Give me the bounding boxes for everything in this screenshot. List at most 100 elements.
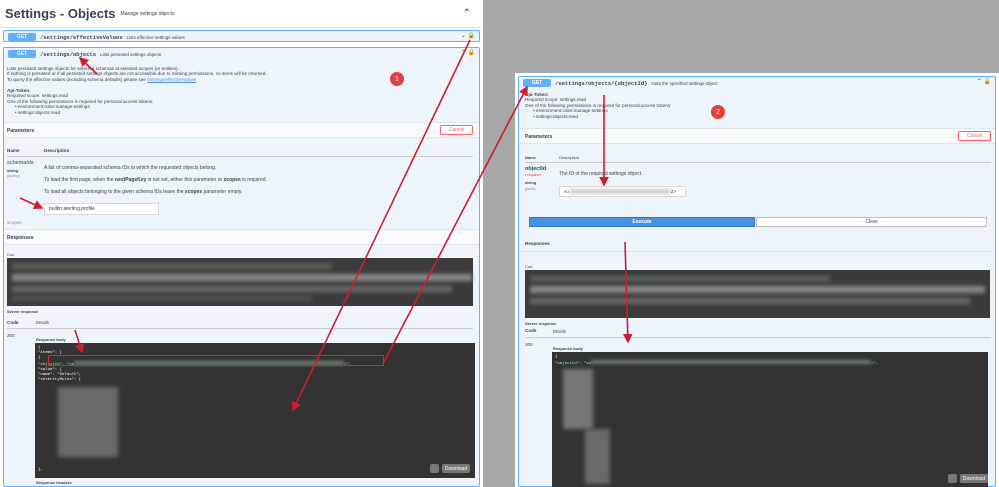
table-divider	[525, 162, 991, 163]
effective-values-link[interactable]: /settings/effectiveValues	[147, 77, 196, 82]
curl-line-1	[530, 276, 830, 281]
redacted-bar	[591, 360, 872, 364]
param-d2d: scopes	[223, 177, 241, 183]
copy-icon[interactable]	[430, 464, 439, 473]
param-name: objectId	[525, 166, 547, 172]
chevron-up-icon[interactable]: ⌃	[463, 8, 471, 19]
param-d2c: is not set, either this parameter or	[147, 177, 223, 183]
step-marker-1: 1	[390, 72, 404, 86]
download-button[interactable]: Download	[442, 464, 470, 473]
details-header: Details	[36, 320, 49, 325]
chevron-up-lock-icon[interactable]: ⌃ 🔒	[977, 78, 991, 85]
token-info: Api-Token: Required scope: settings.read…	[7, 88, 307, 115]
curl-line-4	[12, 296, 312, 301]
blurred-json	[38, 383, 472, 468]
op-bar[interactable]: GET /settings/objects/{objectId} Gets th…	[519, 77, 995, 89]
op-summary: Lists persisted settings objects	[100, 51, 162, 57]
param-d3b: scopes	[184, 189, 203, 195]
blurred-block	[58, 387, 118, 457]
param-type: string	[525, 180, 537, 185]
chevron-down-lock-icon[interactable]: ⌄ 🔒	[461, 32, 475, 39]
objectid-value-end: Z>	[670, 189, 677, 194]
parameters-label: Parameters	[7, 128, 35, 134]
perm-1-text: environment:roles:manage-settings	[535, 108, 608, 114]
responses-label: Responses	[7, 235, 34, 241]
objectid-value-start: vu	[564, 189, 569, 194]
blurred-block	[563, 369, 593, 429]
method-badge: GET	[8, 33, 36, 41]
op-effective-values[interactable]: GET /settings/effectiveValues Lists effe…	[3, 30, 480, 42]
responses-divider	[519, 251, 995, 252]
param-d2b: nextPageKey	[114, 177, 147, 183]
right-panel: GET /settings/objects/{objectId} Gets th…	[515, 73, 999, 487]
parameters-bar: Parameters	[519, 128, 995, 144]
status-code: 200	[525, 342, 533, 347]
param-name: schemaIds	[7, 160, 34, 166]
parameters-label: Parameters	[525, 134, 553, 140]
op-path: /settings/effectiveValues	[40, 33, 123, 41]
code-header: Code	[7, 320, 19, 325]
scopes-param-name: scopes	[7, 220, 22, 225]
server-response-label: Server response	[525, 321, 557, 326]
col-name-header: Name	[7, 148, 20, 153]
blurred-block	[585, 429, 610, 484]
highlight-box	[48, 355, 384, 366]
param-desc-1: A list of comma-separated schema IDs to …	[44, 165, 217, 171]
status-code: 200	[7, 333, 15, 338]
op-summary: Lists effective settings values	[126, 34, 185, 40]
details-header: Details	[553, 329, 566, 334]
curl-line-3	[530, 298, 970, 304]
section-subtitle: Manage settings objects	[120, 10, 175, 17]
left-panel: Settings - Objects Manage settings objec…	[0, 0, 483, 487]
curl-line-2	[12, 274, 472, 281]
cancel-button[interactable]: Cancel	[440, 125, 473, 135]
col-desc-header: Description	[44, 148, 70, 153]
param-desc: The ID of the required settings object.	[559, 171, 643, 177]
op-bar[interactable]: GET /settings/objects Lists persisted se…	[4, 48, 479, 60]
execute-button[interactable]: Execute	[529, 217, 755, 227]
perm-item-2: • settings:objects:read	[533, 113, 579, 119]
chevron-up-lock-icon[interactable]: ⌃ 🔒	[461, 49, 475, 56]
redacted-value	[569, 189, 670, 194]
json-objectid-start: "objectId": "vu	[555, 362, 592, 366]
blurred-json	[555, 367, 985, 487]
perm-1-text: environment:roles:manage-settings	[17, 104, 90, 110]
json-line: },	[38, 468, 43, 472]
response-body-label: Response body	[553, 346, 583, 351]
param-required: * required	[525, 173, 541, 177]
curl-block	[7, 258, 473, 306]
param-desc-2: To load the first page, when the nextPag…	[44, 177, 267, 183]
clear-button[interactable]: Clear	[756, 217, 987, 227]
perm-2-text: settings:objects:read	[535, 113, 579, 119]
perm-item-2: • settings:objects:read	[15, 109, 61, 115]
download-button[interactable]: Download	[960, 474, 988, 483]
col-name-header: Name	[525, 155, 536, 160]
param-d3c: parameter empty.	[203, 189, 243, 195]
method-badge: GET	[8, 50, 36, 58]
responses-bar: Responses	[4, 229, 479, 245]
token-info: Api-Token: Required scope: settings.read…	[525, 92, 825, 119]
responses-label: Responses	[525, 241, 550, 246]
param-in: (query)	[7, 173, 20, 178]
op-path: /settings/objects/{objectId}	[555, 79, 648, 87]
curl-line-2	[530, 286, 985, 293]
response-divider	[525, 337, 991, 338]
curl-line-3	[12, 286, 452, 292]
curl-label: Curl	[7, 252, 15, 257]
cancel-button[interactable]: Cancel	[958, 131, 991, 141]
param-d2a: To load the first page, when the	[44, 177, 114, 183]
param-d2e: is required.	[242, 177, 267, 183]
code-header: Code	[525, 328, 537, 333]
response-body-code: { "objectId": "vu =",	[552, 352, 988, 487]
copy-icon[interactable]	[948, 474, 957, 483]
method-badge: GET	[523, 79, 551, 87]
objectid-input[interactable]: vu Z>	[559, 186, 686, 197]
section-title: Settings - Objects	[5, 6, 116, 21]
table-divider	[7, 156, 473, 157]
parameters-bar: Parameters	[4, 122, 479, 138]
desc-line-3-text: To query the effective values (including…	[7, 76, 146, 82]
curl-line-1	[12, 264, 332, 269]
schemaids-input[interactable]: builtin:alerting.profile	[44, 203, 159, 215]
param-desc-3: To load all objects belonging to the giv…	[44, 189, 243, 195]
section-header[interactable]: Settings - Objects Manage settings objec…	[0, 0, 483, 28]
